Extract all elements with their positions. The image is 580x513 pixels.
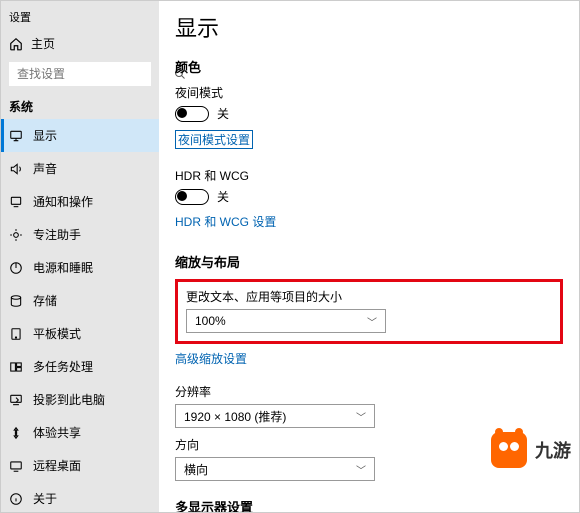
resolution-select[interactable]: 1920 × 1080 (推荐) ﹀: [175, 404, 375, 428]
tablet-icon: [9, 327, 23, 341]
project-icon: [9, 393, 23, 407]
scale-highlight: 更改文本、应用等项目的大小 100% ﹀: [175, 279, 563, 344]
sidebar-item-focus[interactable]: 专注助手: [1, 218, 159, 251]
sound-icon: [9, 162, 23, 176]
display-icon: [9, 129, 23, 143]
sidebar-item-project[interactable]: 投影到此电脑: [1, 383, 159, 416]
sidebar-item-multitask[interactable]: 多任务处理: [1, 350, 159, 383]
chevron-down-icon: ﹀: [367, 314, 377, 329]
resolution-value: 1920 × 1080 (推荐): [184, 408, 286, 425]
color-heading: 颜色: [175, 57, 563, 76]
scale-heading: 缩放与布局: [175, 252, 563, 271]
section-heading: 系统: [1, 90, 159, 119]
scale-label: 更改文本、应用等项目的大小: [186, 288, 552, 305]
watermark-icon: [491, 432, 527, 468]
watermark-text: 九游: [535, 437, 571, 463]
sidebar-item-label: 远程桌面: [33, 457, 81, 474]
chevron-down-icon: ﹀: [356, 462, 366, 477]
focus-icon: [9, 228, 23, 242]
window-title: 设置: [1, 5, 159, 29]
sidebar-item-label: 专注助手: [33, 226, 81, 243]
about-icon: [9, 492, 23, 506]
sidebar-item-label: 显示: [33, 127, 57, 144]
shared-icon: [9, 426, 23, 440]
search-input[interactable]: [9, 62, 151, 86]
multitask-icon: [9, 360, 23, 374]
hdr-toggle[interactable]: 关: [175, 188, 563, 205]
night-light-settings-link[interactable]: 夜间模式设置: [175, 130, 253, 149]
scale-select[interactable]: 100% ﹀: [186, 309, 386, 333]
sidebar-item-remote[interactable]: 远程桌面: [1, 449, 159, 482]
orientation-value: 横向: [184, 461, 208, 478]
sidebar-item-label: 通知和操作: [33, 193, 93, 210]
scale-value: 100%: [195, 314, 226, 328]
orientation-select[interactable]: 横向 ﹀: [175, 457, 375, 481]
sidebar-item-label: 多任务处理: [33, 358, 93, 375]
sidebar-item-display[interactable]: 显示: [1, 119, 159, 152]
sidebar-item-storage[interactable]: 存储: [1, 284, 159, 317]
home-nav[interactable]: 主页: [1, 29, 159, 58]
night-light-label: 夜间模式: [175, 84, 563, 101]
sidebar-item-label: 电源和睡眠: [33, 259, 93, 276]
hdr-settings-link[interactable]: HDR 和 WCG 设置: [175, 213, 276, 230]
multi-display-heading: 多显示器设置: [175, 497, 563, 512]
hdr-label: HDR 和 WCG: [175, 167, 563, 184]
toggle-state: 关: [217, 105, 229, 122]
sidebar-item-label: 声音: [33, 160, 57, 177]
sidebar-item-notifications[interactable]: 通知和操作: [1, 185, 159, 218]
sidebar-item-power[interactable]: 电源和睡眠: [1, 251, 159, 284]
sidebar-item-about[interactable]: 关于: [1, 482, 159, 512]
storage-icon: [9, 294, 23, 308]
remote-icon: [9, 459, 23, 473]
page-title: 显示: [175, 11, 563, 43]
sidebar-item-shared[interactable]: 体验共享: [1, 416, 159, 449]
notifications-icon: [9, 195, 23, 209]
advanced-scale-link[interactable]: 高级缩放设置: [175, 350, 247, 367]
chevron-down-icon: ﹀: [356, 409, 366, 424]
sidebar: 设置 主页 系统 显示声音通知和操作专注助手电源和睡眠存储平板模式多任务处理投影…: [1, 1, 159, 512]
sidebar-item-label: 存储: [33, 292, 57, 309]
sidebar-item-tablet[interactable]: 平板模式: [1, 317, 159, 350]
sidebar-item-label: 平板模式: [33, 325, 81, 342]
home-label: 主页: [31, 35, 55, 52]
sidebar-item-label: 投影到此电脑: [33, 391, 105, 408]
power-icon: [9, 261, 23, 275]
sidebar-item-label: 体验共享: [33, 424, 81, 441]
night-light-toggle[interactable]: 关: [175, 105, 563, 122]
watermark: 九游: [491, 432, 571, 468]
resolution-label: 分辨率: [175, 383, 563, 400]
home-icon: [9, 37, 23, 51]
sidebar-item-label: 关于: [33, 490, 57, 507]
toggle-state: 关: [217, 188, 229, 205]
sidebar-item-sound[interactable]: 声音: [1, 152, 159, 185]
